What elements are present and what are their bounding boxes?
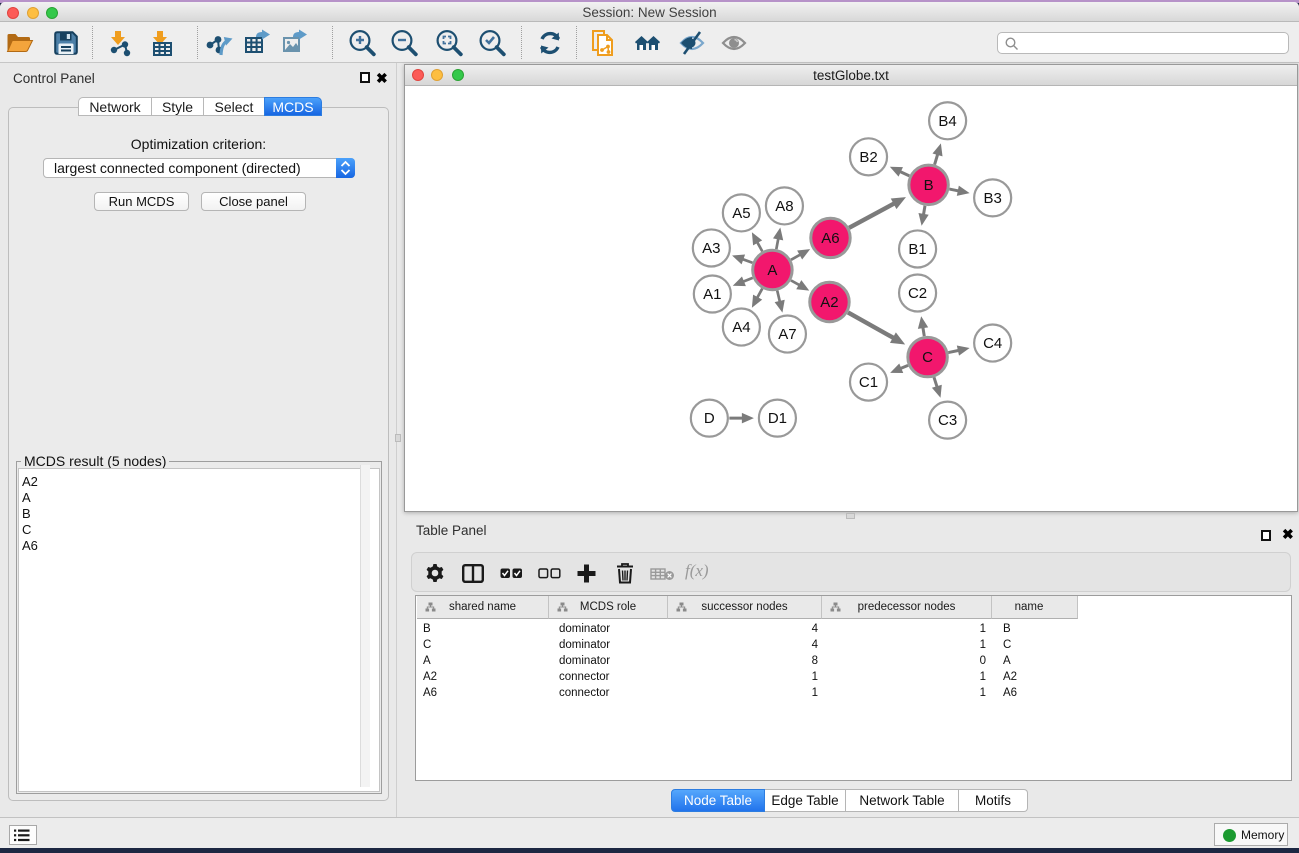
svg-text:B3: B3 — [983, 190, 1001, 207]
svg-text:A2: A2 — [820, 294, 838, 311]
svg-text:A5: A5 — [732, 205, 750, 222]
svg-text:C2: C2 — [908, 285, 927, 302]
svg-text:A4: A4 — [732, 319, 750, 336]
svg-text:A7: A7 — [778, 326, 796, 343]
svg-text:A6: A6 — [821, 230, 839, 247]
svg-text:A8: A8 — [775, 198, 793, 215]
svg-text:D: D — [704, 410, 715, 427]
svg-text:B1: B1 — [908, 241, 926, 258]
svg-text:A3: A3 — [702, 240, 720, 257]
svg-text:C: C — [922, 349, 933, 366]
svg-text:D1: D1 — [768, 410, 787, 427]
svg-text:C1: C1 — [859, 374, 878, 391]
svg-text:C3: C3 — [938, 412, 957, 429]
svg-text:B4: B4 — [938, 113, 956, 130]
svg-text:B: B — [924, 177, 934, 194]
svg-text:A1: A1 — [703, 286, 721, 303]
svg-text:B2: B2 — [859, 149, 877, 166]
svg-text:C4: C4 — [983, 335, 1002, 352]
svg-text:A: A — [767, 262, 777, 279]
